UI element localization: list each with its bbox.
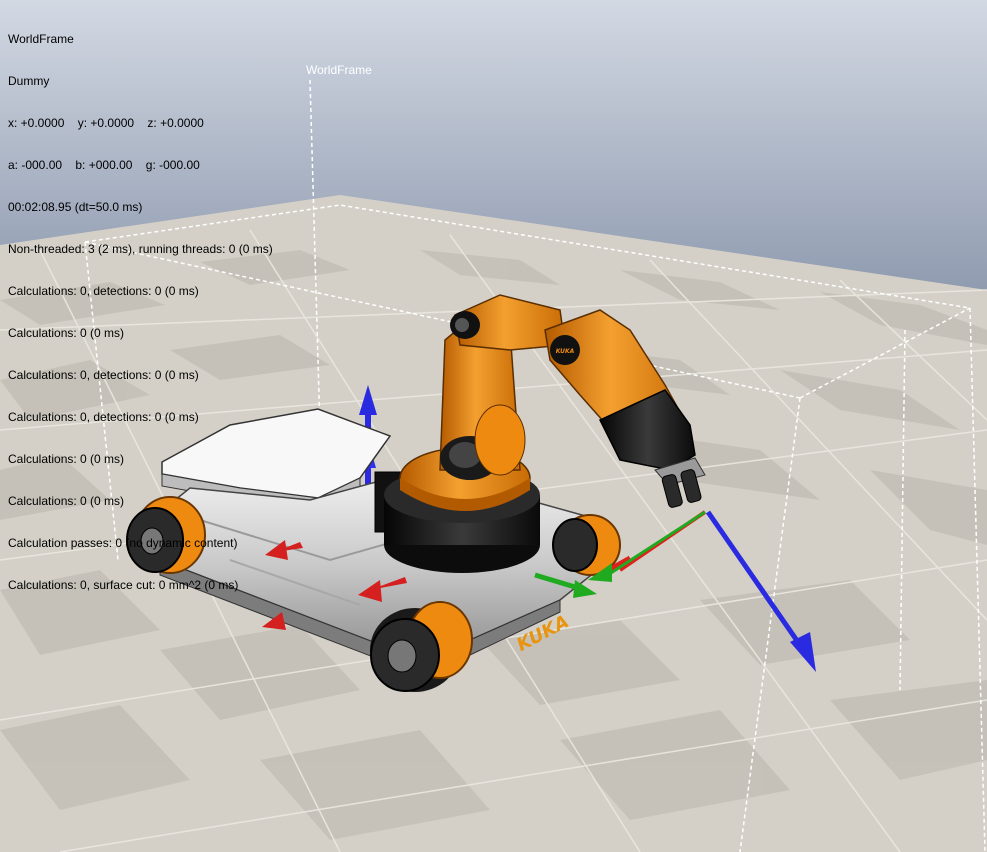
hud-line-time: 00:02:08.95 (dt=50.0 ms) — [8, 200, 143, 214]
hud-info-overlay: WorldFrame Dummy x: +0.0000 y: +0.0000 z… — [8, 4, 273, 606]
worldframe-label: WorldFrame — [306, 63, 372, 77]
hud-line-object-name: WorldFrame — [8, 32, 74, 46]
hud-line-dummy: Dummy — [8, 74, 50, 88]
hud-line-calc-2: Calculations: 0 (0 ms) — [8, 326, 125, 340]
hud-line-orientation: a: -000.00 b: +000.00 g: -000.00 — [8, 158, 200, 172]
hud-line-surface-cut: Calculations: 0, surface cut: 0 mm^2 (0 … — [8, 578, 239, 592]
hud-line-calc-1: Calculations: 0, detections: 0 (0 ms) — [8, 284, 199, 298]
hud-line-calc-3: Calculations: 0, detections: 0 (0 ms) — [8, 368, 199, 382]
hud-line-threads: Non-threaded: 3 (2 ms), running threads:… — [8, 242, 273, 256]
hud-line-calc-passes: Calculation passes: 0 (no dynamic conten… — [8, 536, 238, 550]
hud-line-calc-6: Calculations: 0 (0 ms) — [8, 494, 125, 508]
hud-line-calc-4: Calculations: 0, detections: 0 (0 ms) — [8, 410, 199, 424]
hud-line-calc-5: Calculations: 0 (0 ms) — [8, 452, 125, 466]
svg-text:KUKA: KUKA — [556, 348, 575, 355]
hud-line-position: x: +0.0000 y: +0.0000 z: +0.0000 — [8, 116, 204, 130]
